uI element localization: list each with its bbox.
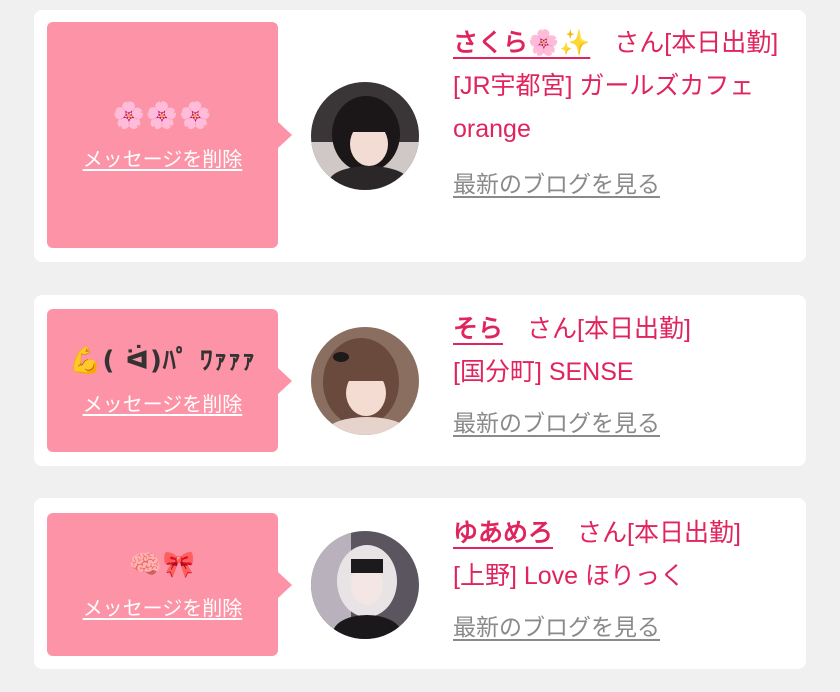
work-status: [本日出勤] — [627, 519, 741, 547]
avatar[interactable] — [311, 82, 419, 190]
honorific: さん — [577, 519, 628, 547]
latest-blog-link[interactable]: 最新のブログを見る — [453, 163, 660, 206]
girl-name-link[interactable]: さくら🌸✨ — [453, 29, 590, 57]
avatar[interactable] — [311, 327, 419, 435]
avatar[interactable] — [311, 531, 419, 639]
delete-message-link[interactable]: メッセージを削除 — [83, 143, 243, 172]
message-text: 💪( ᐛ)ﾊﾟ ﾜｧｧｧ — [69, 346, 256, 376]
message-bubble: 💪( ᐛ)ﾊﾟ ﾜｧｧｧ メッセージを削除 — [47, 309, 292, 452]
message-text: 🧠🎀 — [129, 550, 196, 580]
girl-card: 🌸🌸🌸 メッセージを削除 さくら🌸✨ さん[本日出勤] [JR宇都宮] ガールズカ… — [34, 10, 806, 262]
girl-info: さくら🌸✨ さん[本日出勤] [JR宇都宮] ガールズカフェorange 最新のブ… — [453, 22, 793, 206]
work-status: [本日出勤] — [664, 29, 779, 57]
girl-name-link[interactable]: そら — [453, 315, 503, 343]
work-status: [本日出勤] — [577, 315, 691, 343]
latest-blog-link[interactable]: 最新のブログを見る — [453, 402, 660, 445]
shop-name: [上野] Love ほりっく — [453, 562, 685, 590]
message-bubble: 🌸🌸🌸 メッセージを削除 — [47, 22, 292, 248]
message-bubble: 🧠🎀 メッセージを削除 — [47, 513, 292, 656]
girl-info: ゆあめろ さん[本日出勤] [上野] Love ほりっく 最新のブログを見る — [453, 512, 793, 649]
shop-name: [国分町] SENSE — [453, 358, 634, 386]
girl-info: そら さん[本日出勤] [国分町] SENSE 最新のブログを見る — [453, 308, 793, 445]
message-text: 🌸🌸🌸 — [112, 100, 213, 131]
honorific: さん — [614, 29, 665, 57]
girl-card: 🧠🎀 メッセージを削除 ゆあめろ さん[本日出勤] [上野] Love ほりっく … — [34, 498, 806, 669]
delete-message-link[interactable]: メッセージを削除 — [83, 592, 243, 621]
girl-name-link[interactable]: ゆあめろ — [453, 519, 553, 547]
delete-message-link[interactable]: メッセージを削除 — [83, 388, 243, 417]
honorific: さん — [527, 315, 578, 343]
shop-name: [JR宇都宮] ガールズカフェorange — [453, 72, 755, 143]
girl-card: 💪( ᐛ)ﾊﾟ ﾜｧｧｧ メッセージを削除 そら さん[本日出勤] [国分町] S… — [34, 295, 806, 466]
latest-blog-link[interactable]: 最新のブログを見る — [453, 606, 660, 649]
